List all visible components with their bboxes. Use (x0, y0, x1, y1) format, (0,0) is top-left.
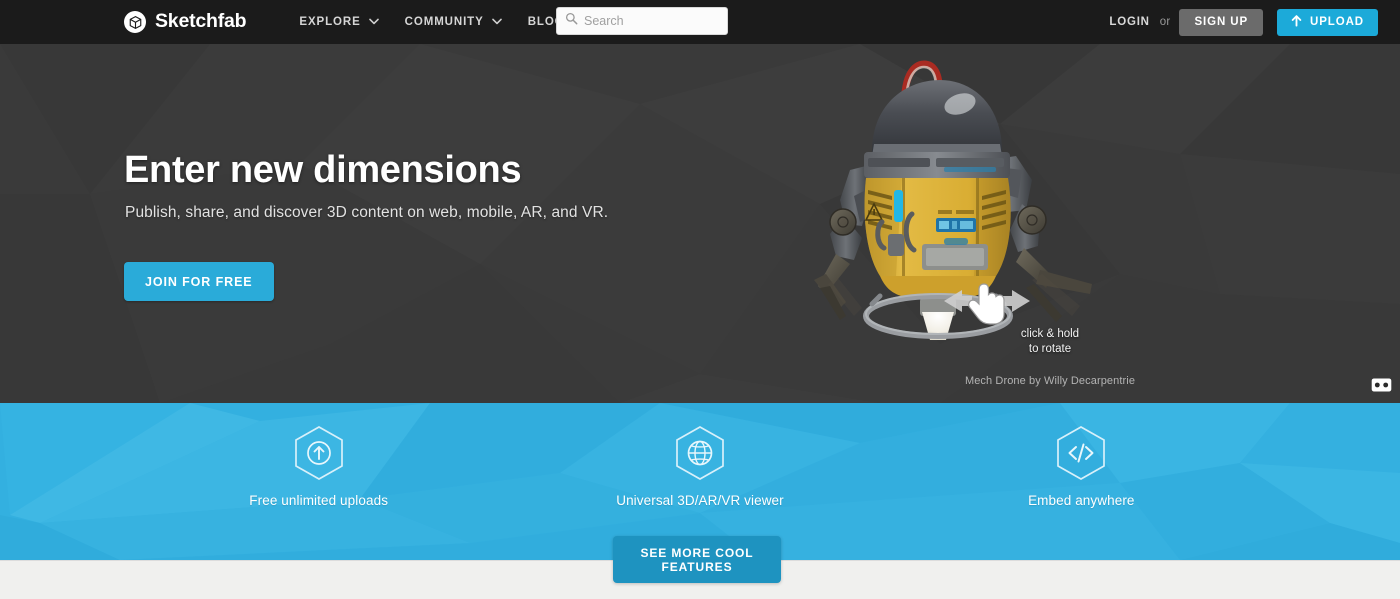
model-viewer[interactable]: click & hold to rotate Mech Drone by Wil… (700, 44, 1400, 403)
or-separator: or (1159, 16, 1171, 28)
nav-item-explore[interactable]: EXPLORE (286, 0, 391, 44)
brand-name: Sketchfab (155, 10, 247, 33)
top-navbar: Sketchfab EXPLORE COMMUNITY BLOG Search … (0, 0, 1400, 44)
chevron-down-icon (491, 16, 502, 28)
account-actions: LOGIN or SIGN UP UPLOAD (1109, 0, 1378, 44)
feature-universal-viewer[interactable]: Universal 3D/AR/VR viewer (509, 425, 890, 508)
feature-label-embed-anywhere: Embed anywhere (1028, 493, 1135, 508)
hero-title: Enter new dimensions (124, 149, 522, 191)
upload-button-label: UPLOAD (1310, 16, 1364, 28)
sketchfab-cube-logo-icon (124, 11, 146, 33)
login-link[interactable]: LOGIN (1109, 16, 1149, 28)
sketchfab-homepage: Sketchfab EXPLORE COMMUNITY BLOG Search … (0, 0, 1400, 599)
search-box[interactable] (556, 7, 728, 35)
hero-section: Enter new dimensions Publish, share, and… (0, 44, 1400, 403)
nav-label-community: COMMUNITY (404, 16, 484, 28)
feature-label-universal-viewer: Universal 3D/AR/VR viewer (616, 493, 784, 508)
feature-free-uploads[interactable]: Free unlimited uploads (128, 425, 509, 508)
hexagon-globe-icon (509, 425, 890, 481)
feature-label-free-uploads: Free unlimited uploads (249, 493, 389, 508)
brand-logo-link[interactable]: Sketchfab (124, 10, 247, 33)
hexagon-code-icon (891, 425, 1272, 481)
nav-label-explore: EXPLORE (299, 16, 361, 28)
hero-subtitle: Publish, share, and discover 3D content … (125, 204, 609, 221)
signup-button[interactable]: SIGN UP (1179, 8, 1264, 36)
join-for-free-button[interactable]: JOIN FOR FREE (124, 262, 274, 301)
upload-button[interactable]: UPLOAD (1277, 8, 1378, 36)
vr-goggles-icon[interactable] (1370, 376, 1392, 394)
hand-pointer-icon (968, 283, 1005, 325)
search-icon (565, 12, 578, 30)
hero-content: Enter new dimensions Publish, share, and… (0, 44, 1400, 403)
search-input[interactable] (584, 9, 714, 33)
model-stage[interactable]: click & hold to rotate (700, 44, 1400, 355)
feature-embed-anywhere[interactable]: Embed anywhere (891, 425, 1272, 508)
primary-nav: EXPLORE COMMUNITY BLOG (286, 0, 595, 44)
features-row: Free unlimited uploads Universal 3D/AR/V… (0, 403, 1400, 508)
search-container (556, 7, 728, 35)
upload-arrow-icon (1291, 14, 1302, 30)
nav-item-community[interactable]: COMMUNITY (392, 0, 515, 44)
chevron-down-icon (368, 16, 379, 28)
rotate-hint-graphic (932, 280, 1042, 331)
see-more-features-button[interactable]: SEE MORE COOL FEATURES (613, 536, 781, 583)
hexagon-upload-icon (128, 425, 509, 481)
model-credit[interactable]: Mech Drone by Willy Decarpentrie (700, 375, 1400, 387)
